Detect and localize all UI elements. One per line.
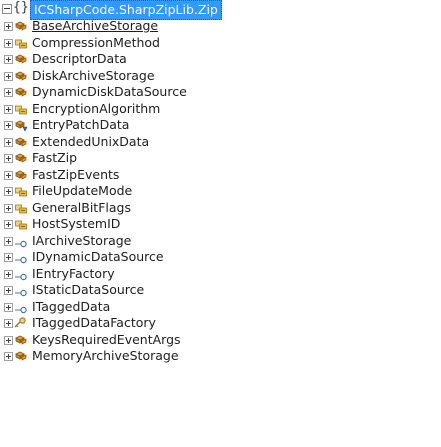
expand-toggle[interactable]	[4, 253, 13, 262]
tree-node[interactable]: ITaggedDataFactory	[0, 315, 441, 332]
class-icon	[14, 151, 28, 165]
type-tree: BaseArchiveStorage CompressionMethod Descr…	[0, 18, 441, 365]
expand-toggle[interactable]	[4, 187, 13, 196]
enum-icon	[14, 217, 28, 231]
expand-toggle[interactable]	[4, 104, 13, 114]
tree-node-label: HostSystemID	[32, 216, 121, 231]
enum-icon	[14, 201, 28, 215]
class-icon	[14, 349, 28, 363]
expand-toggle[interactable]	[4, 88, 13, 97]
tree-node-label: ITaggedData	[32, 298, 111, 314]
tree-node[interactable]: DynamicDiskDataSource	[0, 84, 441, 101]
tree-node-label: KeysRequiredEventArgs	[32, 331, 181, 347]
interface-icon	[14, 283, 28, 297]
class-internal-icon	[14, 118, 28, 132]
tree-node-label: IArchiveStorage	[32, 232, 132, 248]
tree-node-label: DynamicDiskDataSource	[32, 84, 187, 99]
tree-node-label: IStaticDataSource	[32, 282, 145, 297]
tree-node[interactable]: DiskArchiveStorage	[0, 68, 441, 85]
tree-node-label: MemoryArchiveStorage	[32, 348, 179, 363]
tree-node[interactable]: ExtendedUnixData	[0, 134, 441, 151]
class-icon	[14, 69, 28, 83]
tree-node-label: FastZipEvents	[32, 166, 120, 182]
enum-icon	[14, 102, 28, 116]
tree-node-label: DiskArchiveStorage	[32, 67, 155, 83]
tree-node-label: CompressionMethod	[32, 34, 160, 50]
interface-icon	[14, 267, 28, 281]
tree-node[interactable]: DescriptorData	[0, 51, 441, 68]
interface-icon	[14, 300, 28, 314]
expand-toggle[interactable]	[4, 352, 13, 361]
expand-toggle[interactable]	[4, 55, 13, 64]
tree-node-label: DescriptorData	[32, 51, 127, 66]
tree-node[interactable]: ITaggedData	[0, 299, 441, 316]
enum-icon	[14, 184, 28, 198]
expand-toggle[interactable]	[4, 38, 13, 48]
tree-node[interactable]: CompressionMethod	[0, 35, 441, 52]
tree-root-label[interactable]: ICSharpCode.SharpZipLib.Zip	[30, 0, 222, 20]
interface-icon	[14, 250, 28, 264]
class-icon	[14, 19, 28, 33]
tree-node-label: EntryPatchData	[32, 117, 130, 132]
interface-key-icon	[14, 316, 28, 330]
tree-node[interactable]: BaseArchiveStorage	[0, 18, 441, 35]
expand-toggle[interactable]	[4, 302, 13, 312]
tree-node[interactable]: HostSystemID	[0, 216, 441, 233]
expand-toggle[interactable]	[4, 269, 13, 279]
namespace-icon: {}	[13, 0, 29, 15]
tree-node-label: FastZip	[32, 150, 78, 165]
tree-node[interactable]: GeneralBitFlags	[0, 200, 441, 217]
enum-icon	[14, 36, 28, 50]
tree-node-label: FileUpdateMode	[32, 183, 133, 198]
interface-icon	[14, 234, 28, 248]
class-icon	[14, 168, 28, 182]
expand-toggle[interactable]	[4, 154, 13, 163]
class-icon	[14, 85, 28, 99]
class-icon	[14, 52, 28, 66]
expand-toggle[interactable]	[4, 170, 13, 180]
expand-toggle[interactable]	[4, 286, 13, 295]
expand-toggle[interactable]	[4, 236, 13, 246]
tree-node[interactable]: IArchiveStorage	[0, 233, 441, 250]
expand-toggle[interactable]	[4, 137, 13, 147]
tree-node-label: EncryptionAlgorithm	[32, 100, 161, 116]
expand-toggle[interactable]	[4, 319, 13, 328]
class-icon	[14, 333, 28, 347]
tree-node[interactable]: KeysRequiredEventArgs	[0, 332, 441, 349]
collapse-toggle[interactable]	[2, 4, 12, 14]
tree-node-label: ITaggedDataFactory	[32, 315, 156, 330]
expand-toggle[interactable]	[4, 220, 13, 229]
tree-node[interactable]: EntryPatchData	[0, 117, 441, 134]
expand-toggle[interactable]	[4, 71, 13, 81]
tree-node[interactable]: IDynamicDataSource	[0, 249, 441, 266]
expand-toggle[interactable]	[4, 203, 13, 213]
expand-toggle[interactable]	[4, 335, 13, 345]
tree-node[interactable]: FastZip	[0, 150, 441, 167]
tree-node[interactable]: FastZipEvents	[0, 167, 441, 184]
expand-toggle[interactable]	[4, 22, 13, 31]
tree-root-row[interactable]: {} ICSharpCode.SharpZipLib.Zip	[0, 0, 441, 20]
tree-node[interactable]: IStaticDataSource	[0, 282, 441, 299]
tree-node[interactable]: MemoryArchiveStorage	[0, 348, 441, 365]
tree-node[interactable]: IEntryFactory	[0, 266, 441, 283]
tree-node-label: GeneralBitFlags	[32, 199, 131, 215]
tree-node[interactable]: EncryptionAlgorithm	[0, 101, 441, 118]
tree-node[interactable]: FileUpdateMode	[0, 183, 441, 200]
tree-node-label: IDynamicDataSource	[32, 249, 164, 264]
tree-node-label: IEntryFactory	[32, 265, 115, 281]
tree-node-label: BaseArchiveStorage	[32, 18, 159, 33]
tree-node-label: ExtendedUnixData	[32, 133, 150, 149]
class-icon	[14, 135, 28, 149]
expand-toggle[interactable]	[4, 121, 13, 130]
